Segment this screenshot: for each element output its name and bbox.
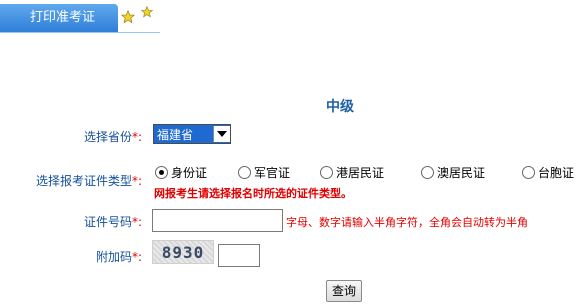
radio-label: 港居民证 bbox=[336, 166, 385, 180]
radio-taiwan-compatriot[interactable]: 台胞证 bbox=[522, 164, 574, 181]
radio-button[interactable] bbox=[421, 166, 434, 179]
captcha-label-text: 附加码 bbox=[96, 250, 133, 264]
tab-label: 打印准考证 bbox=[30, 10, 96, 25]
captcha-image[interactable]: 8930 bbox=[152, 240, 214, 264]
radio-button[interactable] bbox=[522, 166, 535, 179]
required-mark: *: bbox=[132, 250, 143, 264]
province-select[interactable]: 福建省 bbox=[153, 124, 231, 144]
chevron-down-icon[interactable] bbox=[213, 126, 230, 142]
tab-underline bbox=[0, 32, 160, 33]
radio-macao-resident[interactable]: 澳居民证 bbox=[421, 164, 485, 181]
radio-button[interactable] bbox=[238, 166, 251, 179]
radio-button[interactable] bbox=[155, 166, 168, 179]
id-number-label: 证件号码*: bbox=[84, 213, 142, 230]
radio-label: 身份证 bbox=[171, 166, 208, 180]
province-label-text: 选择省份 bbox=[84, 130, 133, 144]
query-button[interactable]: 查询 bbox=[326, 280, 362, 302]
level-heading: 中级 bbox=[326, 99, 354, 115]
star-icon bbox=[141, 6, 153, 18]
page: 打印准考证 中级 选择省份*: 福建省 选择报考证件类型*: 身份证 军官证 港… bbox=[0, 0, 583, 307]
required-mark: *: bbox=[132, 130, 143, 144]
id-type-label-text: 选择报考证件类型 bbox=[36, 174, 133, 188]
required-mark: *: bbox=[132, 174, 143, 188]
id-number-hint: 字母、数字请输入半角字符，全角会自动转为半角 bbox=[286, 216, 528, 229]
radio-button[interactable] bbox=[320, 166, 333, 179]
radio-label: 澳居民证 bbox=[437, 166, 486, 180]
star-icon bbox=[121, 10, 135, 24]
radio-officer-card[interactable]: 军官证 bbox=[238, 164, 290, 181]
province-selected-value: 福建省 bbox=[157, 127, 194, 142]
id-type-label: 选择报考证件类型*: bbox=[36, 172, 142, 189]
id-number-input[interactable] bbox=[152, 209, 283, 232]
province-label: 选择省份*: bbox=[84, 128, 142, 145]
id-type-warning: 网报考生请选择报名时所选的证件类型。 bbox=[154, 187, 352, 200]
radio-label: 军官证 bbox=[254, 166, 291, 180]
captcha-label: 附加码*: bbox=[96, 248, 142, 265]
required-mark: *: bbox=[132, 215, 143, 229]
id-number-label-text: 证件号码 bbox=[84, 215, 133, 229]
radio-id-card[interactable]: 身份证 bbox=[155, 164, 207, 181]
radio-hk-resident[interactable]: 港居民证 bbox=[320, 164, 384, 181]
print-admission-tab[interactable]: 打印准考证 bbox=[0, 4, 118, 32]
captcha-input[interactable] bbox=[218, 244, 260, 267]
radio-label: 台胞证 bbox=[538, 166, 575, 180]
